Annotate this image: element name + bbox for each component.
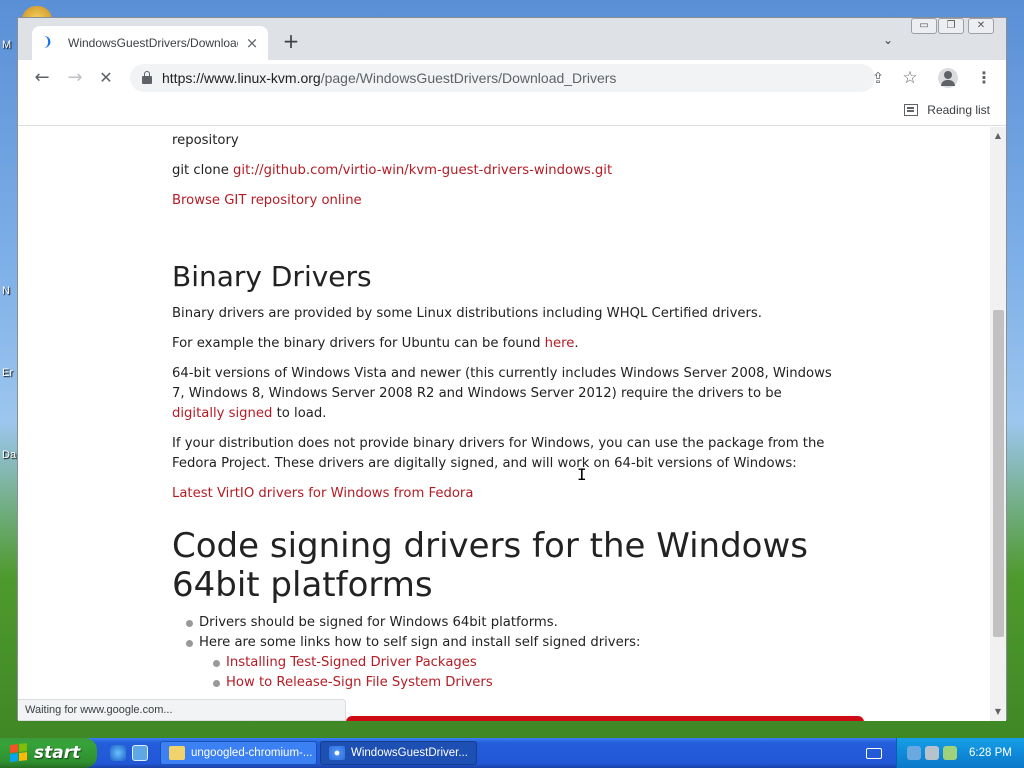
bullet-dot — [186, 620, 193, 627]
system-tray: 6:28 PM — [896, 738, 1024, 768]
desktop-label-4[interactable]: Da — [2, 449, 16, 461]
stop-loading-button[interactable]: ✕ — [94, 67, 118, 89]
reading-list-icon — [904, 104, 919, 116]
binary-p3-text: 64-bit versions of Windows Vista and new… — [172, 366, 832, 401]
scroll-down-icon[interactable]: ▼ — [990, 705, 1006, 719]
url-host: https://www.linux-kvm.org — [162, 70, 321, 86]
task-label: WindowsGuestDriver... — [351, 747, 468, 759]
minimize-button[interactable]: ▭ — [911, 18, 937, 34]
desktop-label-3[interactable]: Er — [2, 367, 13, 379]
chromium-icon — [329, 746, 345, 760]
tab-close-icon[interactable]: × — [244, 35, 260, 51]
release-sign-link[interactable]: How to Release-Sign File System Drivers — [226, 673, 891, 693]
red-banner-edge — [346, 716, 864, 721]
bookmark-bar: Reading list — [18, 96, 1006, 126]
tab-strip: ❩ WindowsGuestDrivers/Download Dri × + ⌄… — [18, 18, 1006, 60]
code-signing-heading: Code signing drivers for the Windows 64b… — [172, 526, 809, 605]
url-text[interactable]: https://www.linux-kvm.org/page/WindowsGu… — [162, 64, 616, 92]
tab-active[interactable]: ❩ WindowsGuestDrivers/Download Dri × — [32, 26, 268, 60]
binary-paragraph-4: If your distribution does not provide bi… — [172, 436, 825, 471]
security-icon[interactable] — [925, 746, 939, 760]
new-tab-button[interactable]: + — [281, 31, 301, 51]
forward-button[interactable]: → — [63, 67, 87, 89]
reading-list-button[interactable]: Reading list — [904, 96, 990, 124]
task-label: ungoogled-chromium-... — [191, 747, 313, 759]
close-window-button[interactable]: ✕ — [968, 18, 994, 34]
tab-title: WindowsGuestDrivers/Download Dri — [68, 36, 238, 50]
browse-git-link[interactable]: Browse GIT repository online — [172, 191, 837, 211]
binary-paragraph-3: 64-bit versions of Windows Vista and new… — [172, 364, 837, 424]
text-cursor-icon: I — [577, 465, 587, 484]
binary-paragraph-1: Binary drivers are provided by some Linu… — [172, 306, 762, 321]
binary-paragraph-2: For example the binary drivers for Ubunt… — [172, 334, 837, 354]
fedora-drivers-link[interactable]: Latest VirtIO drivers for Windows from F… — [172, 484, 837, 504]
vertical-scrollbar[interactable]: ▲ ▼ — [990, 127, 1006, 721]
scrollbar-thumb[interactable] — [993, 310, 1004, 637]
bullet-item-1: Drivers should be signed for Windows 64b… — [199, 615, 558, 630]
bookmark-star-icon[interactable]: ☆ — [900, 68, 920, 88]
url-path: /page/WindowsGuestDrivers/Download_Drive… — [320, 70, 617, 86]
repo-text: repository — [172, 133, 239, 148]
restore-button[interactable]: ❐ — [938, 18, 964, 34]
taskbar-item-chromium[interactable]: WindowsGuestDriver... — [320, 741, 477, 765]
profile-avatar-icon[interactable] — [938, 68, 958, 88]
taskbar-item-explorer[interactable]: ungoogled-chromium-... — [160, 741, 317, 765]
quicklaunch-icon[interactable] — [132, 745, 148, 761]
browser-window: ❩ WindowsGuestDrivers/Download Dri × + ⌄… — [17, 17, 1007, 721]
binary-drivers-heading: Binary Drivers — [172, 260, 372, 293]
page-content: repository git clone git://github.com/vi… — [18, 127, 990, 721]
menu-kebab-icon[interactable]: ⋮ — [976, 67, 992, 89]
binary-p2-end: . — [574, 336, 579, 351]
binary-p3-end: to load. — [272, 406, 327, 421]
status-bubble: Waiting for www.google.com... — [18, 699, 346, 721]
navigation-toolbar: ← → ✕ https://www.linux-kvm.org/page/Win… — [18, 60, 1006, 96]
folder-icon — [169, 746, 185, 760]
taskbar: start ungoogled-chromium-... WindowsGues… — [0, 738, 1024, 768]
loading-spinner-icon: ❩ — [42, 35, 53, 50]
binary-p2-text: For example the binary drivers for Ubunt… — [172, 336, 545, 351]
back-button[interactable]: ← — [30, 67, 54, 89]
git-clone-line: git clone git://github.com/virtio-win/kv… — [172, 161, 837, 181]
reading-list-label: Reading list — [927, 103, 990, 117]
start-label: start — [34, 743, 81, 763]
desktop-label-1[interactable]: M — [2, 39, 11, 51]
lock-icon[interactable] — [142, 71, 152, 84]
keyboard-icon[interactable] — [866, 748, 882, 759]
git-clone-prefix: git clone — [172, 163, 234, 178]
digitally-signed-link[interactable]: digitally signed — [172, 406, 272, 421]
tab-search-chevron-icon[interactable]: ⌄ — [880, 32, 896, 48]
sub-bullet-dot — [213, 660, 220, 667]
sub-bullet-dot — [213, 680, 220, 687]
here-link[interactable]: here — [545, 336, 575, 351]
desktop-label-2[interactable]: N — [2, 285, 10, 297]
windows-logo-icon — [10, 743, 28, 763]
tray-app-icon[interactable] — [943, 746, 957, 760]
start-button[interactable]: start — [0, 738, 97, 768]
scroll-up-icon[interactable]: ▲ — [990, 129, 1006, 143]
git-clone-link[interactable]: git://github.com/virtio-win/kvm-guest-dr… — [233, 163, 612, 178]
network-icon[interactable] — [907, 746, 921, 760]
address-bar[interactable]: https://www.linux-kvm.org/page/WindowsGu… — [130, 64, 875, 92]
share-icon[interactable]: ⇪ — [868, 68, 888, 88]
clock[interactable]: 6:28 PM — [969, 738, 1012, 768]
internet-explorer-icon[interactable] — [110, 745, 126, 761]
test-signed-packages-link[interactable]: Installing Test-Signed Driver Packages — [226, 653, 891, 673]
bullet-dot — [186, 640, 193, 647]
bullet-item-2: Here are some links how to self sign and… — [199, 635, 641, 650]
